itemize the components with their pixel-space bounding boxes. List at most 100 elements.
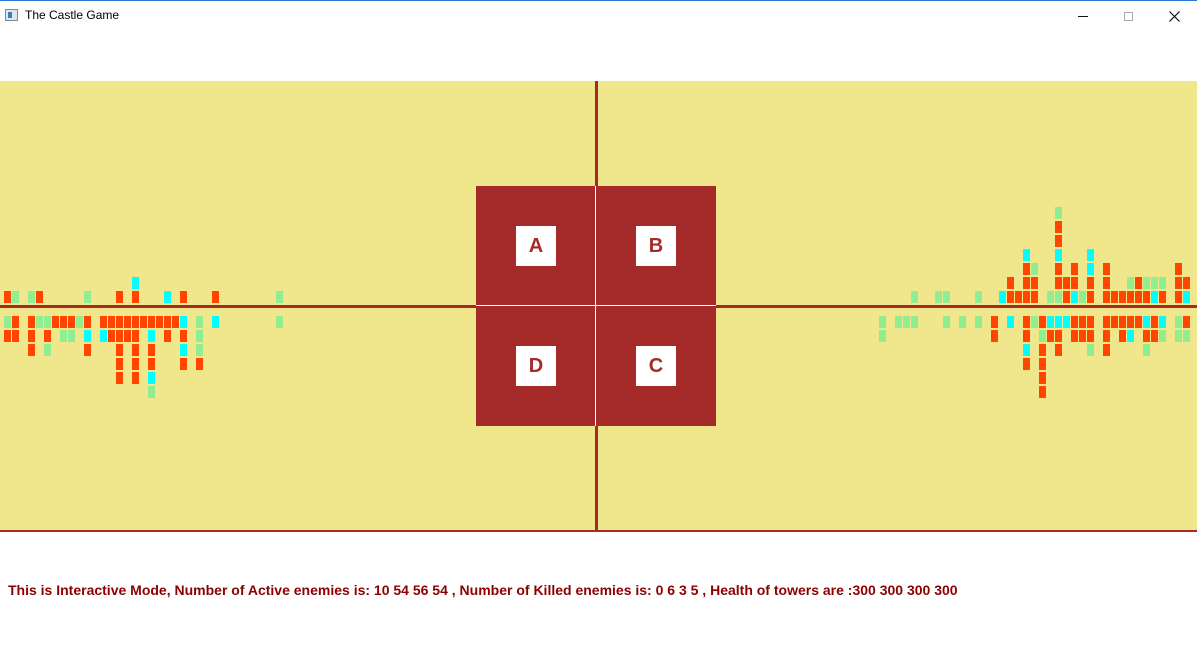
enemy-marker: [60, 330, 67, 342]
castle: A B C D: [476, 186, 716, 426]
enemy-marker: [12, 291, 19, 303]
enemy-marker: [1055, 316, 1062, 328]
enemy-marker: [116, 316, 123, 328]
enemy-marker: [1039, 372, 1046, 384]
tower-c-label[interactable]: C: [636, 346, 676, 386]
enemy-marker: [1103, 291, 1110, 303]
enemy-marker: [196, 316, 203, 328]
enemy-marker: [1087, 344, 1094, 356]
close-button[interactable]: [1151, 1, 1197, 31]
enemy-marker: [4, 316, 11, 328]
enemy-marker: [140, 316, 147, 328]
enemy-marker: [1159, 277, 1166, 289]
enemy-marker: [1175, 277, 1182, 289]
enemy-marker: [1143, 330, 1150, 342]
enemy-marker: [1031, 316, 1038, 328]
enemy-marker: [148, 316, 155, 328]
enemy-marker: [1031, 291, 1038, 303]
enemy-marker: [1103, 316, 1110, 328]
enemy-marker: [180, 316, 187, 328]
enemy-marker: [1175, 263, 1182, 275]
enemy-marker: [1143, 344, 1150, 356]
enemy-marker: [1007, 277, 1014, 289]
enemy-marker: [1183, 277, 1190, 289]
enemy-marker: [935, 291, 942, 303]
enemy-marker: [124, 330, 131, 342]
enemy-marker: [1023, 249, 1030, 261]
enemy-marker: [1127, 316, 1134, 328]
enemy-marker: [1135, 316, 1142, 328]
enemy-marker: [1023, 358, 1030, 370]
enemy-marker: [1079, 316, 1086, 328]
enemy-marker: [1111, 316, 1118, 328]
minimize-button[interactable]: [1060, 1, 1106, 31]
enemy-marker: [999, 291, 1006, 303]
enemy-marker: [116, 358, 123, 370]
enemy-marker: [60, 316, 67, 328]
tower-b-label[interactable]: B: [636, 226, 676, 266]
enemy-marker: [276, 291, 283, 303]
tower-a-label[interactable]: A: [516, 226, 556, 266]
maximize-button[interactable]: [1105, 1, 1151, 31]
enemy-marker: [1071, 263, 1078, 275]
enemy-marker: [1055, 221, 1062, 233]
enemy-marker: [1071, 291, 1078, 303]
enemy-marker: [28, 330, 35, 342]
enemy-marker: [196, 344, 203, 356]
enemy-marker: [1039, 358, 1046, 370]
enemy-marker: [1039, 344, 1046, 356]
enemy-marker: [1047, 291, 1054, 303]
enemy-marker: [1087, 249, 1094, 261]
enemy-marker: [1143, 277, 1150, 289]
enemy-marker: [1175, 291, 1182, 303]
enemy-marker: [36, 291, 43, 303]
enemy-marker: [1007, 316, 1014, 328]
enemy-marker: [276, 316, 283, 328]
enemy-marker: [1023, 330, 1030, 342]
enemy-marker: [148, 330, 155, 342]
enemy-marker: [1103, 344, 1110, 356]
enemy-marker: [1087, 291, 1094, 303]
enemy-marker: [68, 316, 75, 328]
enemy-marker: [1151, 277, 1158, 289]
enemy-marker: [164, 316, 171, 328]
enemy-marker: [1055, 330, 1062, 342]
enemy-marker: [1015, 291, 1022, 303]
enemy-marker: [28, 291, 35, 303]
enemy-marker: [1071, 277, 1078, 289]
enemy-marker: [44, 330, 51, 342]
enemy-marker: [1135, 277, 1142, 289]
enemy-marker: [1103, 277, 1110, 289]
enemy-marker: [116, 344, 123, 356]
game-board[interactable]: A B C D: [0, 81, 1197, 532]
tower-d-label[interactable]: D: [516, 346, 556, 386]
enemy-marker: [943, 316, 950, 328]
enemy-marker: [124, 316, 131, 328]
enemy-marker: [1063, 316, 1070, 328]
enemy-marker: [1039, 330, 1046, 342]
enemy-marker: [196, 330, 203, 342]
enemy-marker: [1023, 291, 1030, 303]
enemy-marker: [1031, 277, 1038, 289]
enemy-marker: [911, 291, 918, 303]
enemy-marker: [132, 358, 139, 370]
enemy-marker: [116, 330, 123, 342]
enemy-marker: [44, 344, 51, 356]
enemy-marker: [12, 316, 19, 328]
enemy-marker: [84, 316, 91, 328]
enemy-marker: [1151, 316, 1158, 328]
enemy-marker: [36, 316, 43, 328]
maximize-icon: [1123, 11, 1133, 21]
enemy-marker: [196, 358, 203, 370]
enemy-marker: [84, 344, 91, 356]
enemy-marker: [1127, 277, 1134, 289]
enemy-marker: [975, 291, 982, 303]
enemy-marker: [1175, 330, 1182, 342]
enemy-marker: [1103, 330, 1110, 342]
close-icon: [1168, 10, 1180, 22]
enemy-marker: [1183, 291, 1190, 303]
enemy-marker: [172, 316, 179, 328]
enemy-marker: [84, 291, 91, 303]
enemy-marker: [84, 330, 91, 342]
enemy-marker: [1055, 235, 1062, 247]
